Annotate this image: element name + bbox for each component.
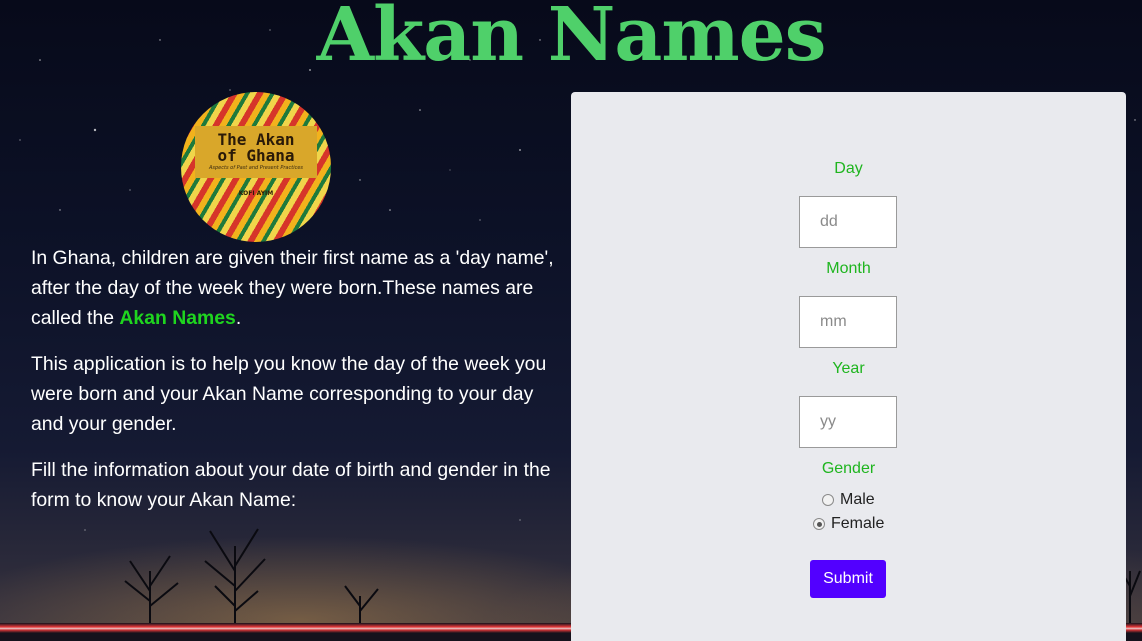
akan-names-highlight: Akan Names [119, 307, 236, 329]
year-input[interactable] [799, 396, 897, 448]
intro-paragraph-1: In Ghana, children are given their first… [31, 243, 561, 333]
month-input[interactable] [799, 296, 897, 348]
male-label: Male [840, 491, 875, 508]
month-label: Month [826, 260, 871, 277]
intro-text: In Ghana, children are given their first… [31, 243, 561, 531]
akan-book-logo: The Akan of Ghana Aspects of Past and Pr… [181, 92, 331, 242]
gender-option-male[interactable]: Male [822, 491, 875, 509]
intro-paragraph-3: Fill the information about your date of … [31, 459, 551, 511]
day-label: Day [834, 160, 863, 177]
female-label: Female [831, 515, 885, 532]
gender-option-female[interactable]: Female [813, 515, 884, 533]
akan-name-form: Day Month Year Gender Male Female Submit [571, 92, 1126, 641]
book-title-line2: of Ghana [217, 146, 295, 165]
male-radio[interactable] [822, 494, 834, 506]
year-label: Year [832, 360, 865, 377]
intro-p1-text: In Ghana, children are given their first… [31, 247, 554, 329]
intro-paragraph-2: This application is to help you know the… [31, 353, 547, 435]
page-title: Akan Names [316, 0, 827, 78]
book-cover: The Akan of Ghana Aspects of Past and Pr… [195, 126, 317, 178]
gender-label: Gender [821, 460, 876, 477]
submit-button[interactable]: Submit [810, 560, 886, 598]
book-subtitle: Aspects of Past and Present Practices [208, 165, 304, 171]
book-author: KOFI AYIM [238, 190, 274, 197]
intro-p1-end: . [235, 307, 242, 329]
female-radio[interactable] [813, 518, 825, 530]
day-input[interactable] [799, 196, 897, 248]
